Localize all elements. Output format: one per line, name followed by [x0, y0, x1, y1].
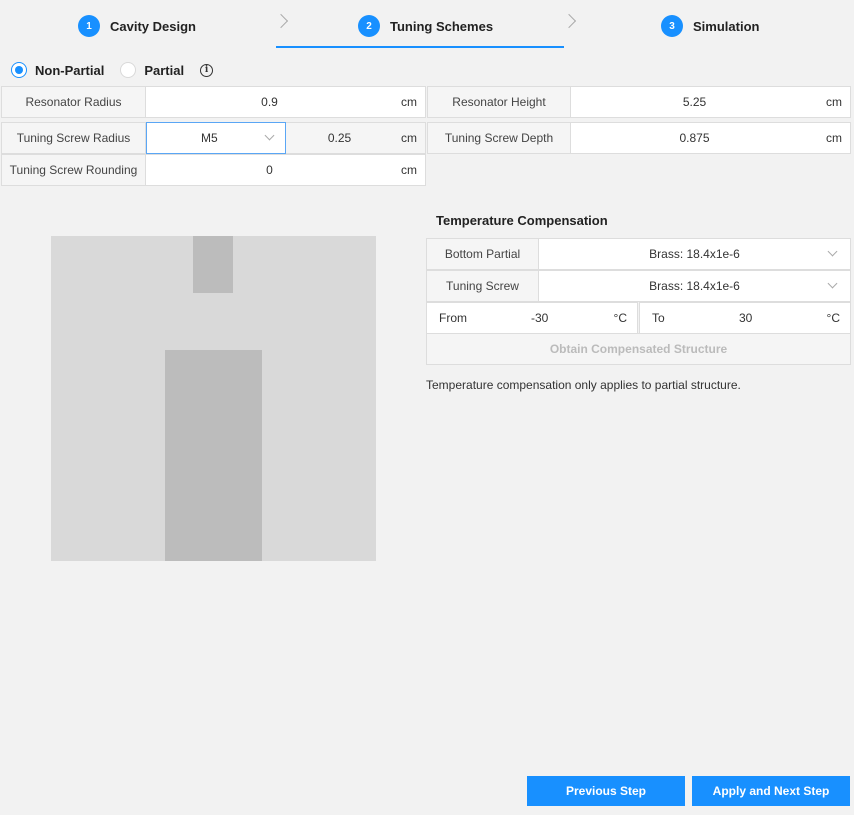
structure-type-radio-group: Non-Partial Partial i: [11, 61, 214, 79]
to-unit: °C: [826, 311, 840, 325]
field-label: Tuning Screw Rounding: [2, 155, 146, 185]
field-label: Tuning Screw Depth: [428, 123, 571, 153]
resonator-radius-field: Resonator Radius 0.9 cm: [1, 86, 426, 118]
resonator-height-input[interactable]: 5.25: [571, 87, 818, 117]
to-value: 30: [739, 311, 753, 325]
tuning-screw-radius-value: 0.25: [286, 123, 393, 153]
chevron-down-icon: [827, 246, 838, 257]
radio-partial[interactable]: [120, 62, 137, 78]
resonator-height-field: Resonator Height 5.25 cm: [427, 86, 851, 118]
chevron-right-icon: [273, 13, 289, 29]
field-unit: cm: [826, 131, 842, 145]
tuning-screw-depth-field: Tuning Screw Depth 0.875 cm: [427, 122, 851, 154]
tuning-screw-rounding-input[interactable]: 0: [146, 155, 393, 185]
resonator-radius-input[interactable]: 0.9: [146, 87, 393, 117]
field-unit: cm: [826, 95, 842, 109]
step-number: 1: [78, 15, 100, 37]
field-unit: cm: [393, 123, 425, 153]
radio-label-partial[interactable]: Partial: [144, 63, 184, 78]
field-unit: cm: [401, 163, 417, 177]
tuning-screw-depth-input[interactable]: 0.875: [571, 123, 818, 153]
active-step-indicator: [276, 46, 564, 48]
bottom-partial-select[interactable]: Brass: 18.4x1e-6: [539, 239, 850, 269]
field-unit: cm: [401, 95, 417, 109]
resonator-shape: [165, 350, 262, 561]
temperature-from-field[interactable]: From -30 °C: [426, 302, 638, 334]
step-title: Tuning Schemes: [390, 18, 494, 34]
radio-non-partial[interactable]: [11, 62, 27, 78]
bottom-partial-row: Bottom Partial Brass: 18.4x1e-6: [426, 238, 851, 270]
radio-label-non-partial[interactable]: Non-Partial: [35, 63, 104, 78]
tuning-screw-rounding-field: Tuning Screw Rounding 0 cm: [1, 154, 426, 186]
info-icon[interactable]: i: [200, 63, 214, 77]
previous-step-button[interactable]: Previous Step: [527, 776, 685, 806]
field-label: Resonator Radius: [2, 87, 146, 117]
tuning-screw-material-row: Tuning Screw Brass: 18.4x1e-6: [426, 270, 851, 302]
select-value: Brass: 18.4x1e-6: [649, 247, 740, 261]
steps-bar: 1 Cavity Design 2 Tuning Schemes 3 Simul…: [0, 0, 854, 50]
step-number: 2: [358, 15, 380, 37]
step-title: Simulation: [693, 18, 760, 34]
obtain-compensated-structure-button[interactable]: Obtain Compensated Structure: [426, 333, 851, 365]
tuning-screw-material-select[interactable]: Brass: 18.4x1e-6: [539, 271, 850, 301]
field-label: Bottom Partial: [427, 239, 539, 269]
field-label: Tuning Screw: [427, 271, 539, 301]
field-label: Tuning Screw Radius: [2, 123, 146, 153]
from-value: -30: [531, 311, 549, 325]
chevron-down-icon: [827, 278, 838, 289]
to-label: To: [652, 311, 665, 325]
step-title: Cavity Design: [110, 18, 196, 34]
from-label: From: [439, 311, 467, 325]
tuning-screw-shape: [193, 236, 233, 293]
screw-size-select[interactable]: M5: [146, 122, 286, 154]
step-number: 3: [661, 15, 683, 37]
chevron-down-icon: [264, 130, 275, 141]
tuning-screw-radius-field: Tuning Screw Radius M5 0.25 cm: [1, 122, 426, 154]
temperature-compensation-title: Temperature Compensation: [436, 213, 608, 228]
temperature-note: Temperature compensation only applies to…: [426, 378, 741, 392]
step-simulation[interactable]: 3 Simulation: [661, 14, 759, 38]
cavity-diagram: [51, 236, 376, 561]
temperature-to-field[interactable]: To 30 °C: [639, 302, 851, 334]
select-value: Brass: 18.4x1e-6: [649, 279, 740, 293]
chevron-right-icon: [561, 13, 577, 29]
field-label: Resonator Height: [428, 87, 571, 117]
step-cavity-design[interactable]: 1 Cavity Design: [78, 14, 196, 38]
step-tuning-schemes[interactable]: 2 Tuning Schemes: [358, 14, 493, 38]
apply-next-step-button[interactable]: Apply and Next Step: [692, 776, 850, 806]
screw-size-value: M5: [201, 131, 218, 145]
from-unit: °C: [613, 311, 627, 325]
